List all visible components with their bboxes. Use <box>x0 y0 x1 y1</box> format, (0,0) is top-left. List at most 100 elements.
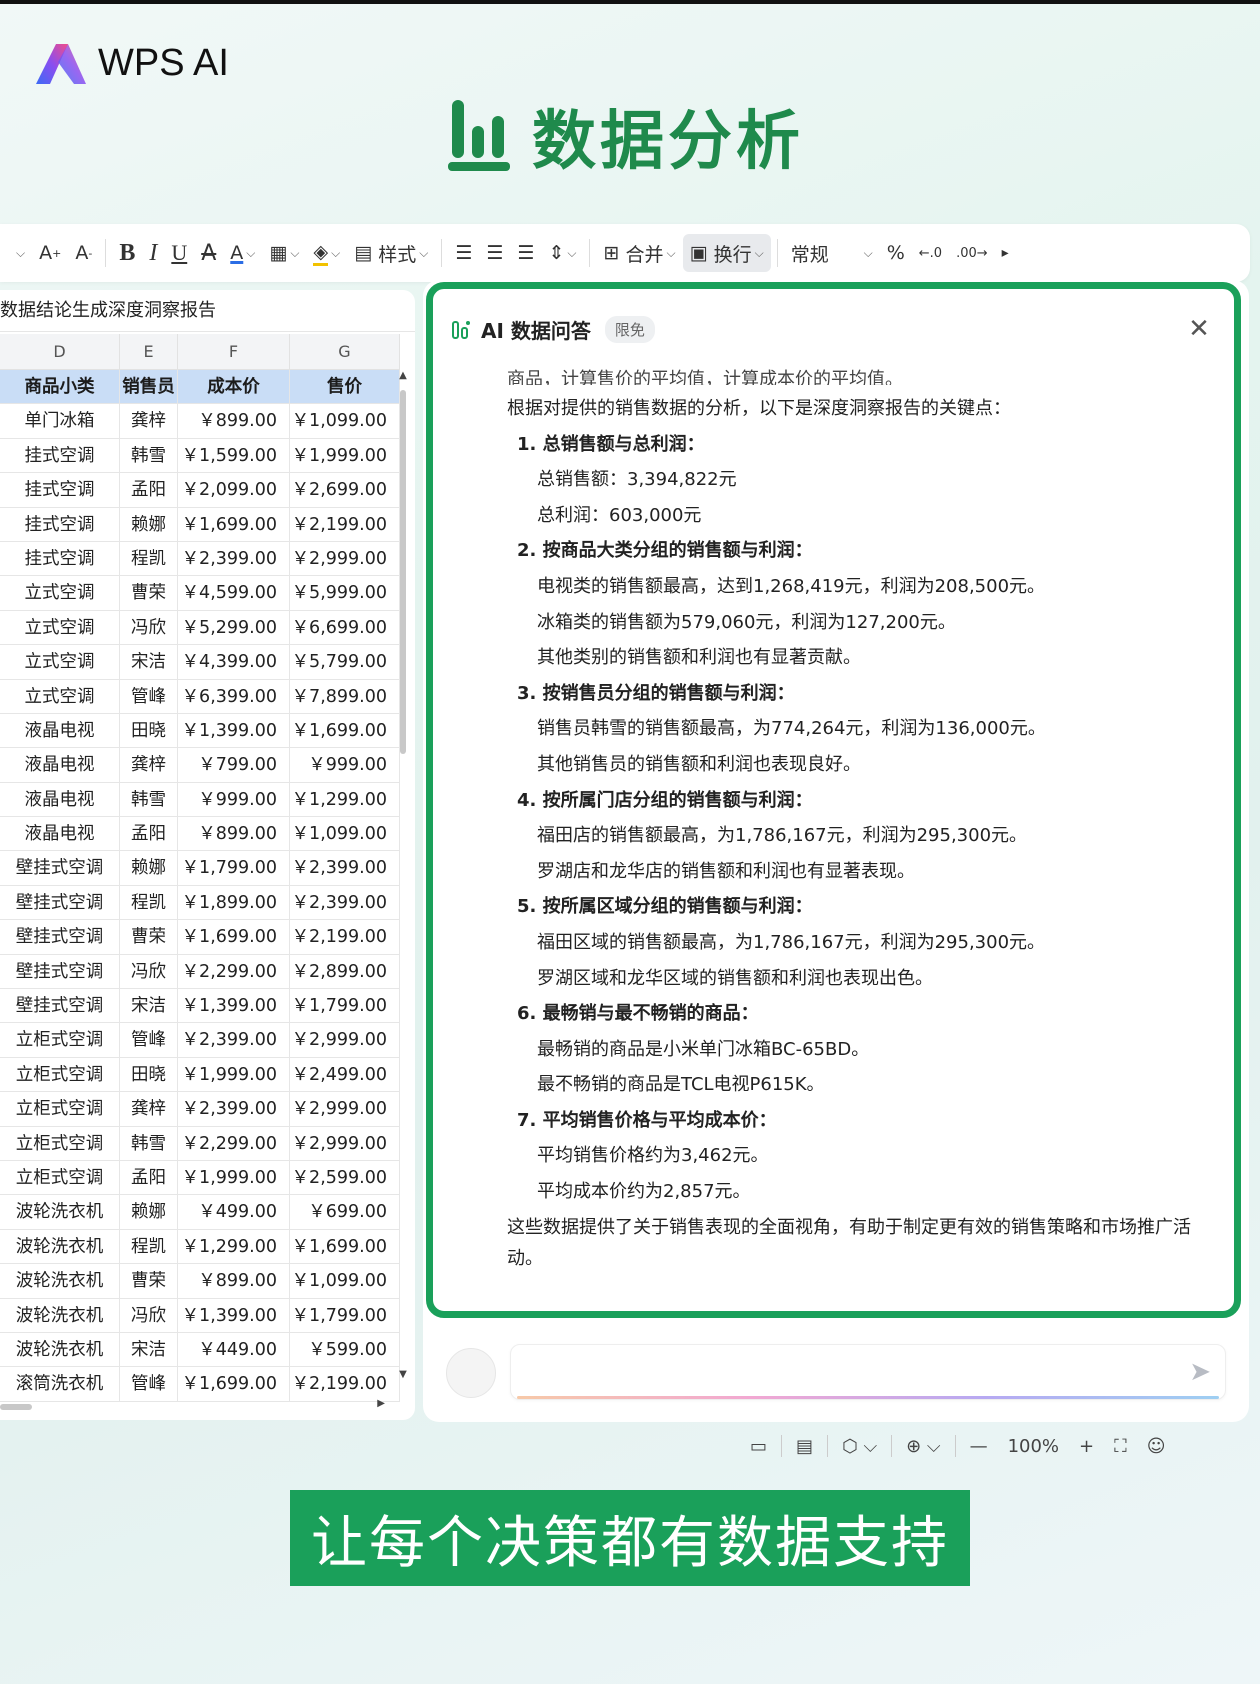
scroll-up-arrow-icon[interactable]: ▲ <box>398 370 408 381</box>
table-cell[interactable]: ￥2,999.00 <box>290 1023 400 1057</box>
number-format-select[interactable]: 常规 ⌵ <box>784 234 880 272</box>
table-cell[interactable]: 波轮洗衣机 <box>0 1264 120 1298</box>
border-button[interactable]: ▦ ⌵ <box>262 234 306 272</box>
zoom-level[interactable]: 100% <box>998 1436 1069 1457</box>
table-cell[interactable]: ￥899.00 <box>178 817 290 851</box>
table-header-cell[interactable]: 售价 <box>290 370 400 404</box>
table-cell[interactable]: ￥1,699.00 <box>290 1229 400 1264</box>
percent-button[interactable]: % <box>880 234 912 272</box>
decrease-font-button[interactable]: A- <box>68 234 99 272</box>
table-cell[interactable]: ￥2,399.00 <box>290 851 400 885</box>
scroll-down-arrow-icon[interactable]: ▼ <box>398 1369 408 1380</box>
table-cell[interactable]: 管峰 <box>120 1023 178 1057</box>
table-cell[interactable]: ￥4,599.00 <box>178 576 290 610</box>
table-cell[interactable]: ￥1,099.00 <box>290 817 400 851</box>
table-cell[interactable]: ￥1,699.00 <box>178 1367 290 1401</box>
bold-button[interactable]: B <box>112 234 142 272</box>
table-cell[interactable]: 赖娜 <box>120 851 178 885</box>
table-cell[interactable]: 曹荣 <box>120 920 178 954</box>
table-cell[interactable]: 孟阳 <box>120 1160 178 1195</box>
table-cell[interactable]: 立柜式空调 <box>0 1160 120 1195</box>
table-cell[interactable]: ￥1,699.00 <box>290 713 400 748</box>
underline-button[interactable]: U <box>164 234 194 272</box>
assistant-icon[interactable]: ☺ <box>1137 1436 1176 1457</box>
table-cell[interactable]: ￥1,399.00 <box>178 713 290 748</box>
table-cell[interactable]: 程凯 <box>120 885 178 920</box>
vertical-scrollbar[interactable]: ▲ ▼ <box>398 370 408 1380</box>
table-cell[interactable]: ￥1,099.00 <box>290 404 400 438</box>
align-right-button[interactable]: ☰ <box>510 234 541 272</box>
table-cell[interactable]: 韩雪 <box>120 782 178 817</box>
table-cell[interactable]: 龚梓 <box>120 404 178 438</box>
scrollbar-thumb[interactable] <box>0 1404 32 1410</box>
table-cell[interactable]: ￥999.00 <box>178 782 290 817</box>
column-header[interactable]: D <box>0 334 120 369</box>
table-cell[interactable]: ￥2,499.00 <box>290 1057 400 1092</box>
table-header-cell[interactable]: 销售员 <box>120 370 178 404</box>
table-cell[interactable]: ￥1,699.00 <box>178 507 290 541</box>
fill-color-button[interactable]: ◈ ⌵ <box>306 234 347 272</box>
table-cell[interactable]: 立式空调 <box>0 679 120 713</box>
scrollbar-thumb[interactable] <box>400 390 406 754</box>
table-cell[interactable]: 曹荣 <box>120 1264 178 1298</box>
table-cell[interactable]: ￥1,099.00 <box>290 1264 400 1298</box>
font-color-button[interactable]: A ⌵ <box>223 234 262 272</box>
page-view-icon[interactable]: ▤ <box>786 1436 823 1457</box>
table-cell[interactable]: 壁挂式空调 <box>0 885 120 920</box>
table-cell[interactable]: 田晓 <box>120 1057 178 1092</box>
fullscreen-icon[interactable]: ⛶ <box>1104 1436 1137 1457</box>
table-cell[interactable]: ￥899.00 <box>178 404 290 438</box>
table-cell[interactable]: ￥2,899.00 <box>290 954 400 989</box>
table-cell[interactable]: 挂式空调 <box>0 438 120 473</box>
style-button[interactable]: ▤ 样式 ⌵ <box>347 234 435 272</box>
increase-font-button[interactable]: A + <box>32 234 68 272</box>
table-cell[interactable]: 壁挂式空调 <box>0 920 120 954</box>
table-cell[interactable]: 龚梓 <box>120 1092 178 1126</box>
table-cell[interactable]: ￥699.00 <box>290 1195 400 1229</box>
table-cell[interactable]: ￥999.00 <box>290 748 400 782</box>
table-cell[interactable]: ￥2,399.00 <box>178 1092 290 1126</box>
table-cell[interactable]: ￥1,599.00 <box>178 438 290 473</box>
table-cell[interactable]: 管峰 <box>120 1367 178 1401</box>
table-cell[interactable]: 波轮洗衣机 <box>0 1195 120 1229</box>
table-cell[interactable]: ￥2,999.00 <box>290 541 400 576</box>
font-size-dropdown[interactable]: ⌵ <box>6 234 32 272</box>
table-cell[interactable]: ￥5,799.00 <box>290 645 400 679</box>
table-cell[interactable]: 挂式空调 <box>0 507 120 541</box>
wrap-text-button[interactable]: ▣ 换行 ⌵ <box>682 234 771 272</box>
column-header[interactable]: E <box>120 334 178 369</box>
table-cell[interactable]: ￥5,299.00 <box>178 610 290 645</box>
table-cell[interactable]: 立柜式空调 <box>0 1023 120 1057</box>
table-cell[interactable]: ￥1,699.00 <box>178 920 290 954</box>
table-cell[interactable]: 液晶电视 <box>0 748 120 782</box>
table-cell[interactable]: 曹荣 <box>120 576 178 610</box>
increase-decimal-button[interactable]: .00→ <box>949 234 995 272</box>
align-center-button[interactable]: ☰ <box>479 234 510 272</box>
table-cell[interactable]: 立柜式空调 <box>0 1126 120 1160</box>
table-cell[interactable]: 宋洁 <box>120 989 178 1023</box>
merge-button[interactable]: ⊞ 合并 ⌵ <box>596 234 682 272</box>
share-icon[interactable]: ⬡ ⌵ <box>832 1436 887 1457</box>
table-cell[interactable]: 程凯 <box>120 541 178 576</box>
table-cell[interactable]: 液晶电视 <box>0 713 120 748</box>
table-cell[interactable]: ￥2,199.00 <box>290 507 400 541</box>
table-cell[interactable]: 孟阳 <box>120 473 178 507</box>
ai-question-input[interactable]: ➤ <box>510 1344 1226 1400</box>
table-cell[interactable]: 立式空调 <box>0 645 120 679</box>
table-cell[interactable]: ￥2,399.00 <box>178 1023 290 1057</box>
question-input[interactable] <box>529 1345 1149 1399</box>
table-cell[interactable]: 韩雪 <box>120 1126 178 1160</box>
table-cell[interactable]: ￥7,899.00 <box>290 679 400 713</box>
table-cell[interactable]: ￥899.00 <box>178 1264 290 1298</box>
table-cell[interactable]: 壁挂式空调 <box>0 989 120 1023</box>
avatar[interactable] <box>446 1348 496 1398</box>
table-cell[interactable]: ￥799.00 <box>178 748 290 782</box>
column-header[interactable]: G <box>290 334 400 369</box>
normal-view-icon[interactable]: ▭ <box>740 1436 777 1457</box>
table-cell[interactable]: ￥1,999.00 <box>290 438 400 473</box>
table-cell[interactable]: ￥2,999.00 <box>290 1092 400 1126</box>
table-cell[interactable]: 滚筒洗衣机 <box>0 1367 120 1401</box>
table-cell[interactable]: ￥2,199.00 <box>290 920 400 954</box>
zoom-out-button[interactable]: — <box>960 1436 998 1457</box>
table-cell[interactable]: ￥599.00 <box>290 1332 400 1367</box>
